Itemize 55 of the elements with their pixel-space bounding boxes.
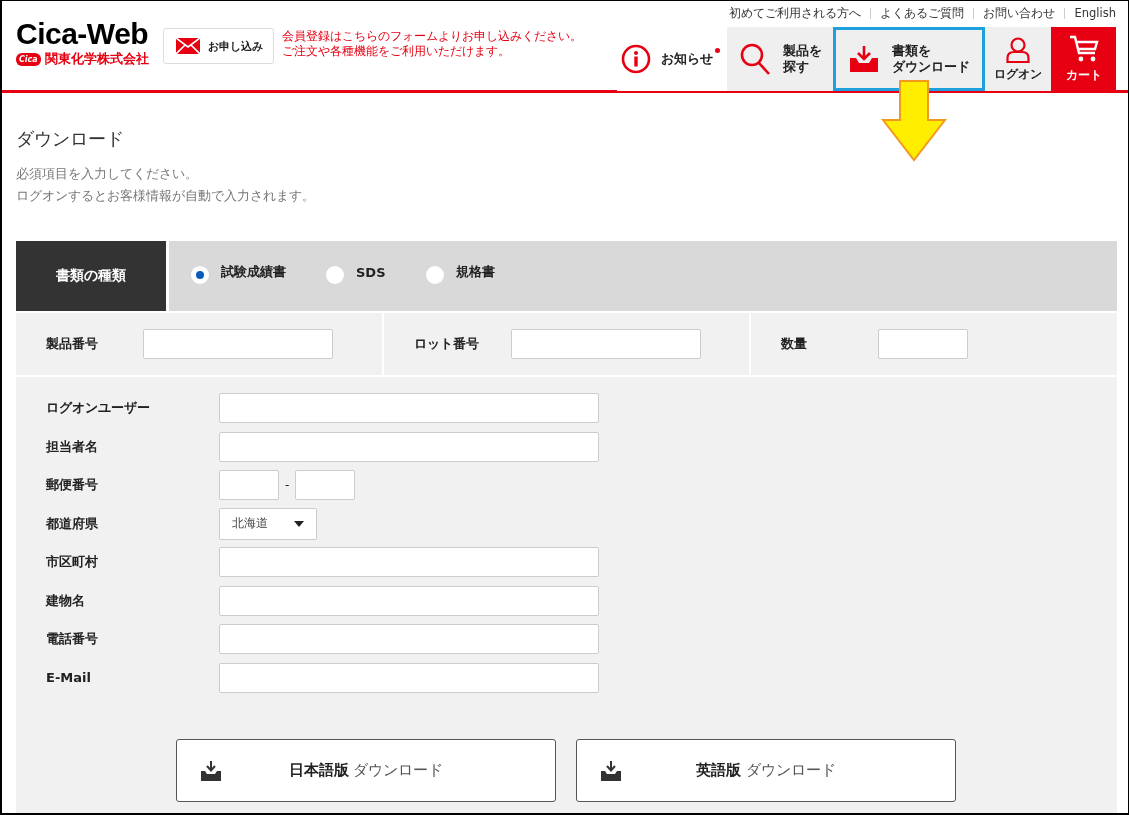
field-label: 製品番号 [46, 335, 99, 353]
cart-icon [1068, 35, 1099, 63]
field-label: 担当者名 [46, 437, 99, 456]
nav-cart-button[interactable]: カート [1051, 27, 1116, 91]
input-field[interactable] [878, 329, 969, 359]
doc-type-label: 書類の種類 [16, 241, 166, 311]
field-label: ログオンユーザー [46, 399, 151, 417]
top-link[interactable]: お問い合わせ [983, 5, 1056, 21]
download-tray-icon [850, 46, 878, 72]
doc-type-radio[interactable]: SDS [326, 260, 386, 284]
input-field[interactable] [219, 431, 599, 462]
input-field[interactable] [219, 585, 599, 616]
field-label: 市区町村 [46, 553, 99, 571]
nav-login-button[interactable]: ログオン [985, 27, 1051, 91]
nav-download-button[interactable]: 書類を ダウンロード [833, 27, 985, 91]
input-field[interactable] [219, 662, 599, 693]
page-title: ダウンロード [16, 127, 125, 151]
registration-note: 会員登録はこちらのフォームよりお申し込みください。 ご注文や各種機能をご利用いただけます。 [281, 29, 582, 59]
input-field[interactable] [143, 329, 333, 359]
doc-type-radio[interactable]: 試験成績書 [191, 260, 286, 284]
input-field[interactable] [219, 624, 599, 654]
field-label: 建物名 [46, 591, 86, 610]
prefecture-select[interactable]: 北海道 [219, 507, 317, 540]
doc-type-radio[interactable]: 規格書 [425, 260, 495, 284]
download-button[interactable]: 日本語版 ダウンロード [176, 739, 556, 802]
search-icon [739, 42, 771, 76]
person-icon [1006, 36, 1030, 63]
input-field[interactable] [219, 393, 599, 423]
postal-separator: - [285, 478, 290, 492]
intro-text: 必須項目を入力してください。 ログオンするとお客様情報が自動で入力されます。 [16, 165, 316, 205]
download-icon [601, 760, 621, 781]
logo-mark: Cica [16, 52, 41, 66]
field-label: 郵便番号 [46, 476, 99, 494]
download-button[interactable]: 英語版 ダウンロード [576, 739, 956, 802]
info-icon [621, 44, 651, 74]
mail-icon [175, 38, 200, 54]
input-field[interactable] [219, 470, 279, 500]
download-icon [201, 760, 221, 781]
caret-icon [294, 520, 304, 527]
input-field[interactable] [295, 470, 356, 500]
logo-title[interactable]: Cica-Web [16, 19, 149, 49]
field-label: ロット番号 [413, 335, 480, 353]
company-name: 関東化学株式会社 [44, 50, 149, 68]
top-link[interactable]: よくあるご質問 [880, 5, 965, 21]
apply-button[interactable]: お申し込み [162, 28, 274, 64]
input-field[interactable] [510, 329, 701, 359]
top-link[interactable]: English [1074, 6, 1116, 20]
unread-dot [715, 48, 720, 53]
input-field[interactable] [219, 547, 599, 577]
nav-search-button[interactable]: 製品を 探す [727, 27, 833, 91]
field-label: 電話番号 [46, 630, 99, 648]
field-label: E-Mail [46, 670, 92, 685]
field-label: 都道府県 [46, 514, 99, 533]
top-link[interactable]: 初めてご利用される方へ [729, 5, 862, 21]
field-label: 数量 [781, 335, 809, 353]
